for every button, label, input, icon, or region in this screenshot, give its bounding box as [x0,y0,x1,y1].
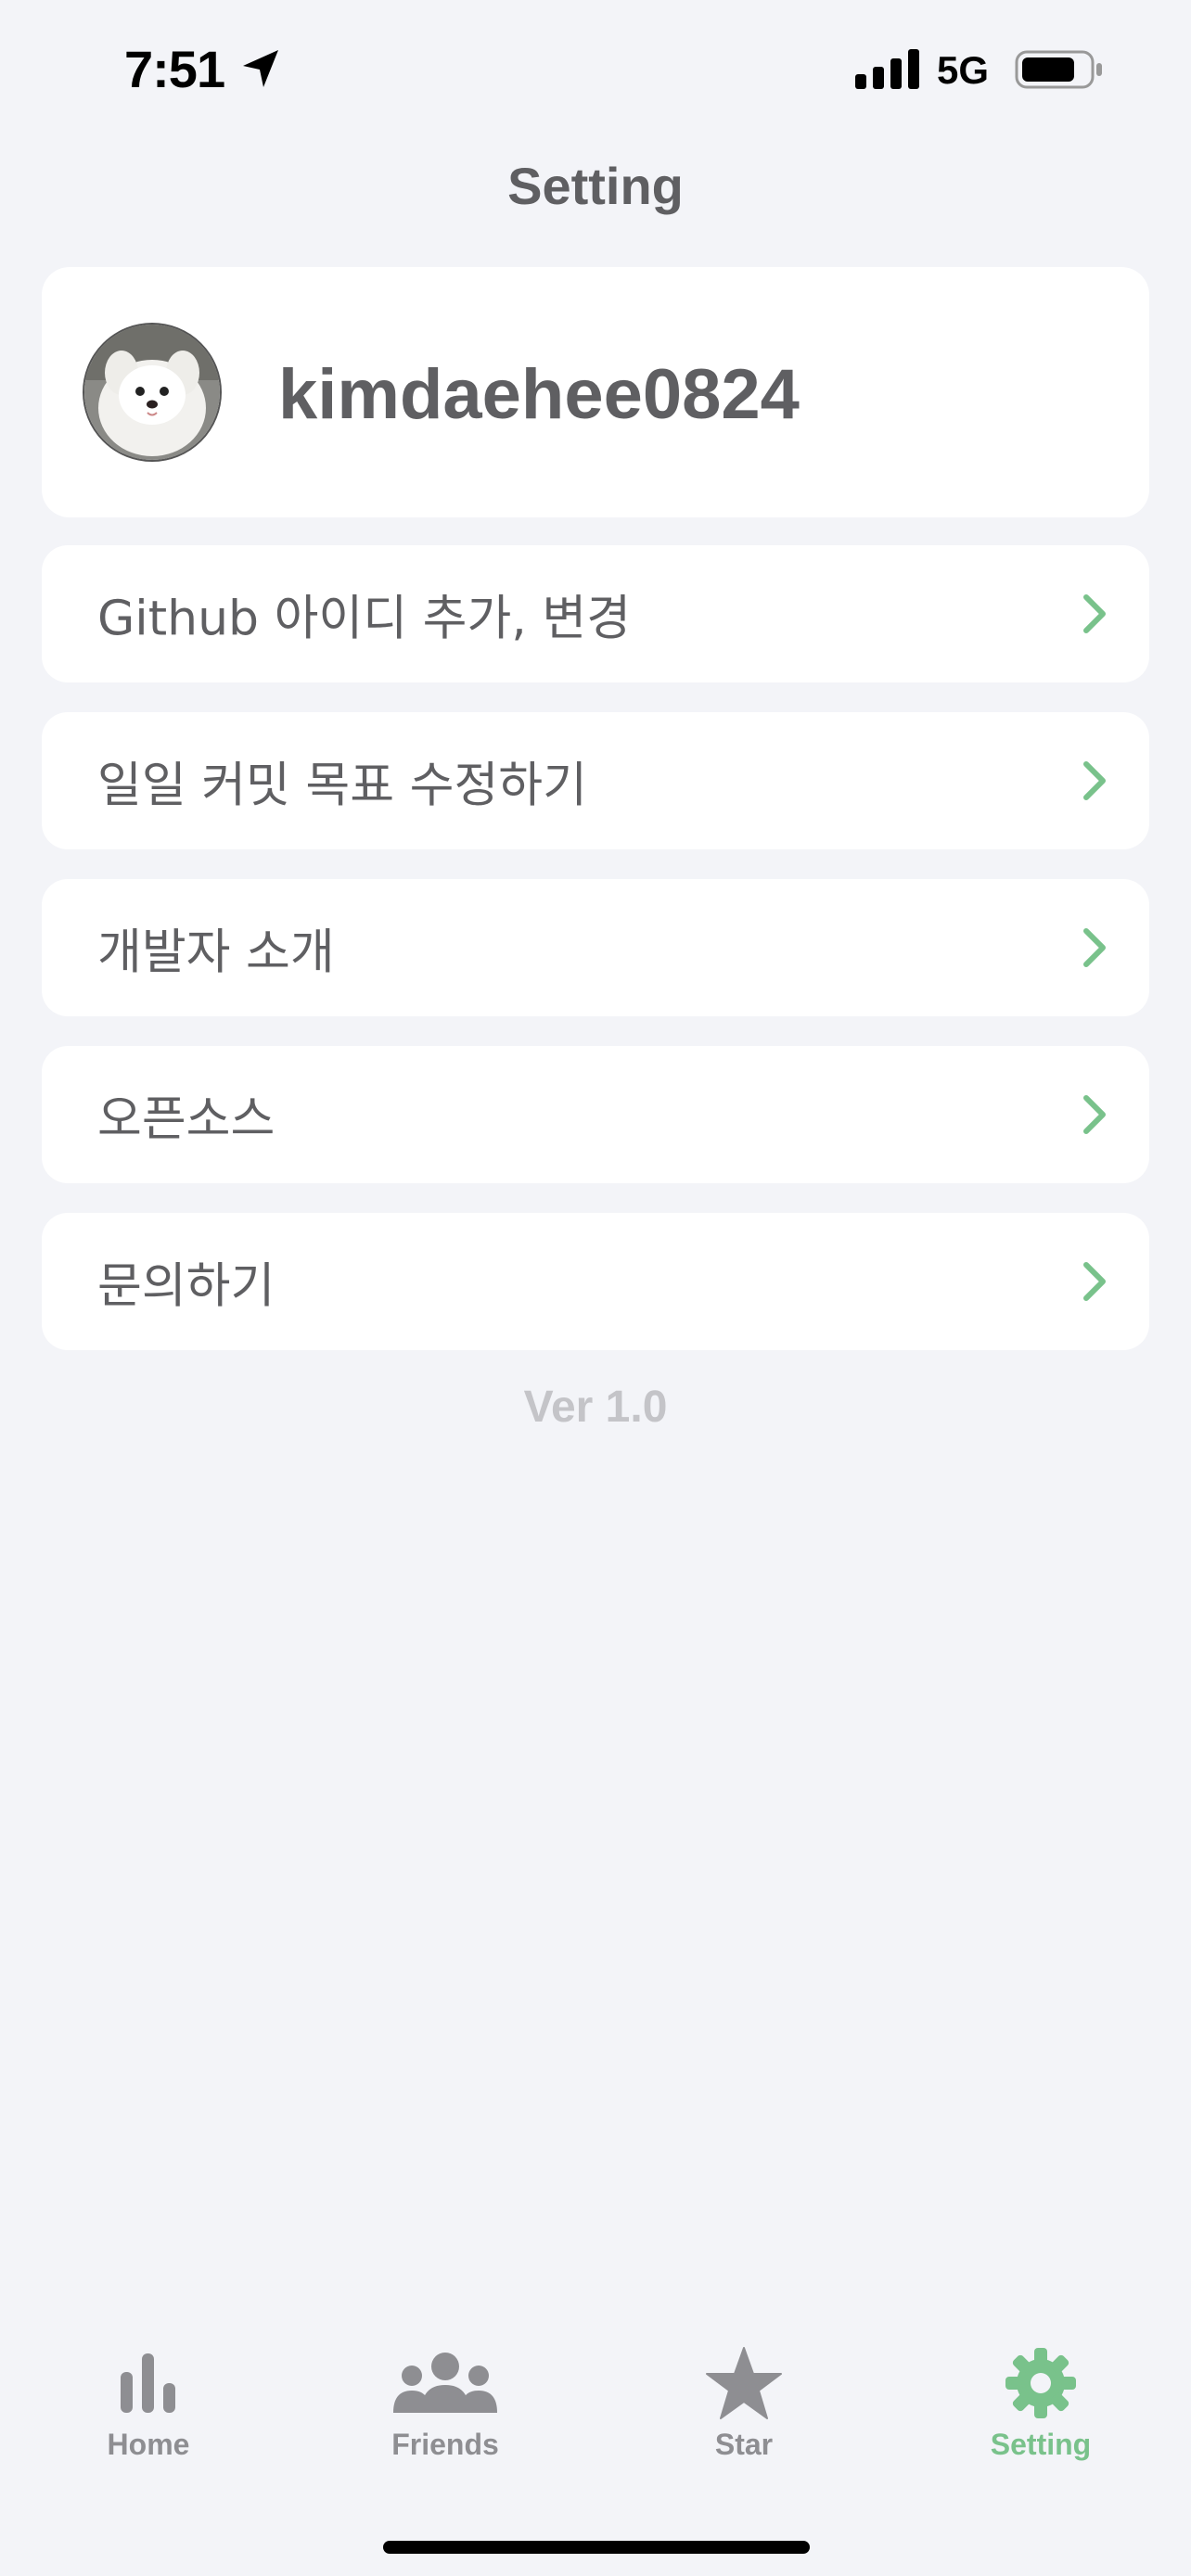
tab-label: Star [714,2428,774,2461]
menu-item-daily-commit-goal[interactable]: 일일 커밋 목표 수정하기 [42,712,1149,849]
chevron-right-icon [1083,928,1106,967]
dog-avatar [84,325,220,460]
battery-icon [1015,50,1102,89]
star-icon [706,2347,782,2419]
chevron-right-icon [1083,594,1106,633]
menu-list: Github 아이디 추가, 변경 일일 커밋 목표 수정하기 개발자 소개 오… [42,545,1149,1380]
network-label: 5G [937,48,990,92]
tab-friends[interactable]: Friends [352,2346,538,2485]
menu-item-label: 문의하기 [97,1258,275,1315]
tab-bar: Home Friends Star Setting [0,2346,1191,2504]
tab-label: Home [107,2428,190,2461]
gear-icon [1005,2348,1076,2418]
menu-item-label: 오픈소스 [97,1091,275,1148]
menu-item-label: 일일 커밋 목표 수정하기 [97,758,587,814]
chevron-right-icon [1083,1095,1106,1134]
avatar [83,323,222,462]
tab-label: Friends [391,2428,499,2461]
status-bar: 7:51 5G [0,0,1191,139]
tab-label: Setting [990,2428,1092,2461]
home-indicator[interactable] [383,2541,810,2554]
page-title: Setting [507,157,684,215]
tab-setting[interactable]: Setting [948,2346,1133,2485]
menu-item-open-source[interactable]: 오픈소스 [42,1046,1149,1183]
people-icon [393,2353,497,2413]
chevron-right-icon [1083,1262,1106,1301]
chevron-right-icon [1083,761,1106,800]
menu-item-contact[interactable]: 문의하기 [42,1213,1149,1350]
menu-item-developer-intro[interactable]: 개발자 소개 [42,879,1149,1016]
menu-item-github-id[interactable]: Github 아이디 추가, 변경 [42,545,1149,682]
tab-star[interactable]: Star [651,2346,837,2485]
version-label: Ver 1.0 [523,1383,668,1432]
menu-item-label: 개발자 소개 [97,925,335,981]
tab-home[interactable]: Home [56,2346,241,2485]
menu-item-label: Github 아이디 추가, 변경 [97,591,632,647]
location-arrow-icon [243,50,278,87]
profile-card[interactable]: kimdaehee0824 [42,267,1149,517]
bar-chart-icon [121,2353,175,2413]
signal-bars-icon [855,49,919,89]
username: kimdaehee0824 [278,355,800,434]
status-time: 7:51 [124,40,225,98]
